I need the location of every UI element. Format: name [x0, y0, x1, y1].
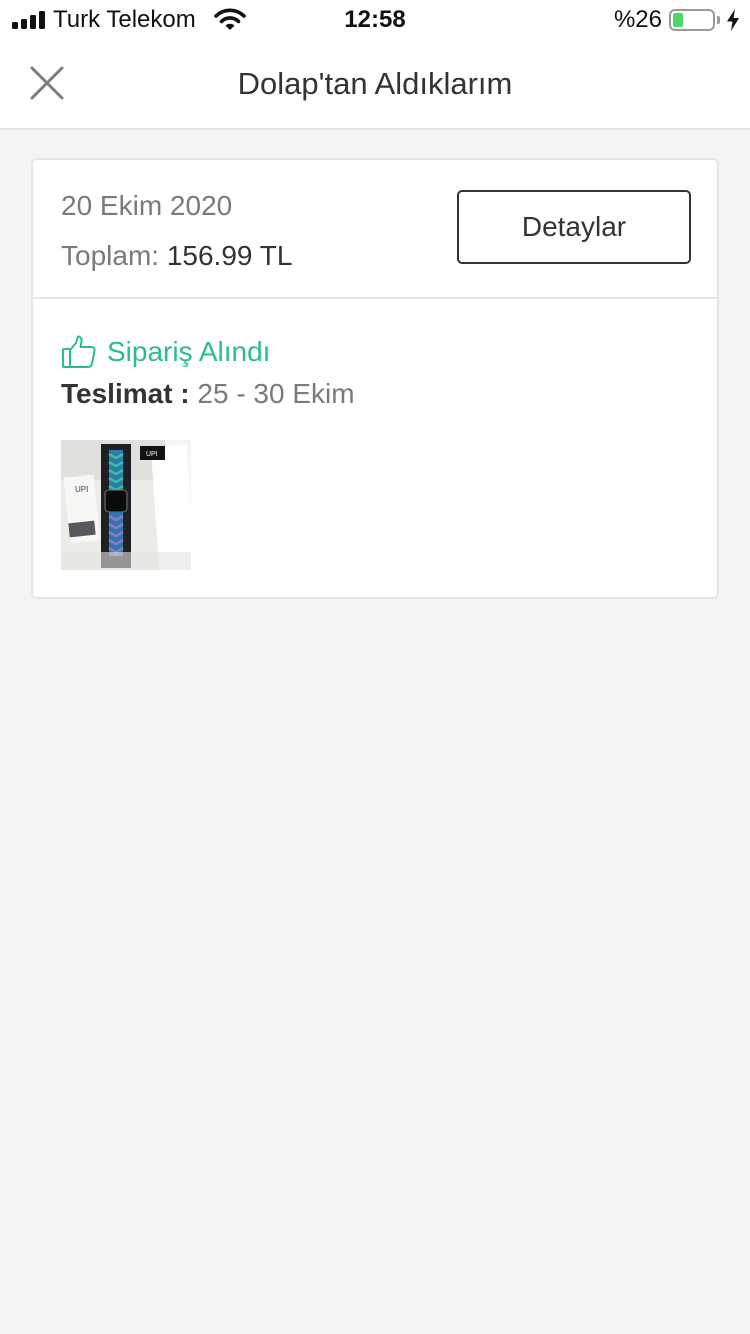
bolt-icon	[727, 9, 739, 31]
order-total-label: Toplam:	[61, 240, 160, 271]
page-title: Dolap'tan Aldıklarım	[237, 66, 513, 101]
order-status-text: Sipariş Alındı	[107, 336, 271, 367]
order-total: Toplam: 156.99 TL	[61, 240, 292, 272]
product-image[interactable]: UPI UPI	[61, 440, 191, 570]
watch-band-product-image: UPI UPI	[61, 440, 191, 570]
product-brand-mark: UPI	[75, 485, 88, 494]
status-bar: Turk Telekom 12:58 %26	[0, 0, 750, 40]
order-summary: 20 Ekim 2020 Toplam: 156.99 TL Detaylar	[33, 160, 717, 299]
thumbs-up-icon	[62, 335, 96, 368]
order-card: 20 Ekim 2020 Toplam: 156.99 TL Detaylar …	[31, 158, 719, 599]
order-total-amount: 156.99 TL	[166, 240, 293, 271]
battery-icon	[669, 9, 715, 31]
order-status: Sipariş Alındı	[61, 332, 270, 372]
delivery-date-range: 25 - 30 Ekim	[197, 378, 355, 409]
delivery-info: Teslimat : 25 - 30 Ekim	[61, 378, 355, 410]
details-button[interactable]: Detaylar	[457, 190, 691, 264]
order-date: 20 Ekim 2020	[61, 190, 233, 221]
delivery-label: Teslimat :	[61, 378, 190, 409]
navigation-bar: Dolap'tan Aldıklarım	[0, 40, 750, 130]
battery-cap	[717, 16, 720, 24]
battery-percentage: %26	[613, 6, 662, 33]
product-box-brand: UPI	[146, 451, 158, 458]
battery-level-fill	[673, 13, 683, 27]
